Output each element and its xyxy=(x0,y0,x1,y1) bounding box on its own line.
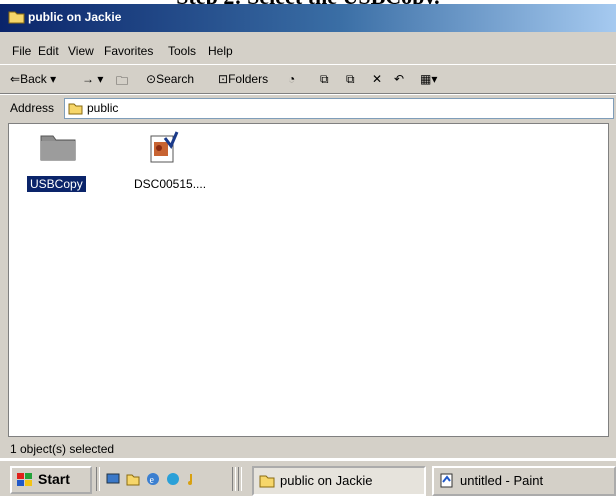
menu-help[interactable]: Help xyxy=(208,44,233,58)
standard-toolbar: ⇐Back ▾ → ▾ 🗀 ⊙Search ⊡Folders ◔ ⧉ ⧉ ✕ ↶… xyxy=(0,64,616,94)
paint-icon xyxy=(440,473,453,488)
taskbar-button-untitled-paint[interactable]: untitled - Paint xyxy=(432,466,616,496)
forward-arrow-icon: → ▾ xyxy=(82,72,104,86)
menu-favorites[interactable]: Favorites xyxy=(104,44,153,58)
menu-tools[interactable]: Tools xyxy=(168,44,196,58)
delete-icon: ✕ xyxy=(372,72,383,86)
search-button[interactable]: ⊙Search xyxy=(146,72,194,86)
menu-file[interactable]: File xyxy=(12,44,31,58)
folder-icon xyxy=(40,135,76,161)
address-field[interactable]: public xyxy=(64,98,614,119)
media-player-icon[interactable] xyxy=(186,472,200,486)
views-button[interactable]: ▦▾ xyxy=(420,72,437,86)
menu-view[interactable]: View xyxy=(68,44,94,58)
up-folder-button[interactable]: 🗀 xyxy=(116,72,128,93)
windows-logo-icon xyxy=(17,473,32,486)
window-title: public on Jackie xyxy=(28,10,122,24)
forward-button[interactable]: → ▾ xyxy=(82,72,103,86)
internet-explorer-icon[interactable]: e xyxy=(146,472,160,486)
quicklaunch-separator xyxy=(232,467,236,491)
copy-to-icon: ⧉ xyxy=(346,72,355,86)
status-text: 1 object(s) selected xyxy=(10,442,115,456)
task-label: public on Jackie xyxy=(280,473,373,488)
folders-icon: ⊡ xyxy=(218,72,229,86)
start-label: Start xyxy=(38,471,70,487)
history-icon: ◔ xyxy=(288,72,296,86)
undo-icon: ↶ xyxy=(394,72,405,86)
taskbar: Start e public on Jackie untitled - Pain… xyxy=(0,460,616,496)
menu-bar: File Edit View Favorites Tools Help xyxy=(0,40,616,62)
search-icon: ⊙ xyxy=(146,72,157,86)
outlook-icon[interactable] xyxy=(166,472,180,486)
undo-button[interactable]: ↶ xyxy=(394,72,404,86)
address-label: Address xyxy=(10,101,55,115)
copy-to-button[interactable]: ⧉ xyxy=(346,72,355,87)
status-bar: 1 object(s) selected xyxy=(8,440,607,458)
folder-icon xyxy=(259,475,275,488)
explorer-window: public on Jackie File Edit View Favorite… xyxy=(0,4,616,458)
file-item-label: USBCopy xyxy=(27,176,86,192)
file-list-pane: USBCopy DSC00515.... xyxy=(8,123,609,437)
quicklaunch-separator xyxy=(238,467,242,491)
move-to-icon: ⧉ xyxy=(320,72,329,86)
svg-text:e: e xyxy=(150,475,155,486)
back-arrow-icon: ⇐ xyxy=(10,72,21,86)
taskbar-button-public-on-jackie[interactable]: public on Jackie xyxy=(252,466,426,496)
folders-button[interactable]: ⊡Folders xyxy=(218,72,268,86)
address-bar: Address public xyxy=(0,94,616,121)
title-bar[interactable]: public on Jackie xyxy=(0,4,616,32)
address-value: public xyxy=(87,101,119,115)
start-button[interactable]: Start xyxy=(10,466,92,494)
folder-icon xyxy=(8,11,25,24)
task-label: untitled - Paint xyxy=(460,473,544,488)
desktop-icon[interactable] xyxy=(106,472,120,486)
move-to-button[interactable]: ⧉ xyxy=(320,72,329,87)
network-folder-icon xyxy=(68,103,83,115)
delete-button[interactable]: ✕ xyxy=(372,72,382,86)
history-button[interactable]: ◔ xyxy=(288,72,295,86)
quicklaunch-separator xyxy=(96,467,100,491)
file-item-label: DSC00515.... xyxy=(134,177,207,191)
back-button[interactable]: ⇐Back ▾ xyxy=(10,72,56,86)
menu-edit[interactable]: Edit xyxy=(38,44,59,58)
explorer-icon[interactable] xyxy=(126,472,140,486)
views-icon: ▦▾ xyxy=(420,72,438,86)
up-folder-icon: 🗀 xyxy=(116,74,129,88)
image-file-icon xyxy=(150,131,179,163)
